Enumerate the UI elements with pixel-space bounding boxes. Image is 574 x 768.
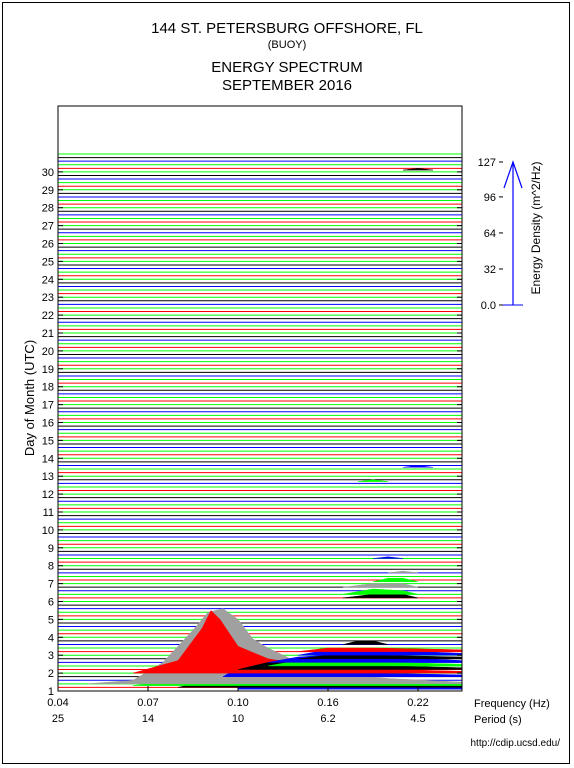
y-tick-label: 28 (42, 203, 54, 215)
colorbar-tick-label: 32 (484, 264, 496, 276)
y-tick-label: 24 (42, 274, 54, 286)
y-tick-label: 9 (48, 543, 54, 555)
x-tick-frequency-label: 0.22 (407, 697, 428, 709)
y-axis-label: Day of Month (UTC) (22, 340, 37, 456)
colorbar-tick-label: 64 (484, 228, 496, 240)
x-tick-frequency-label: 0.10 (227, 697, 248, 709)
y-tick-label: 20 (42, 346, 54, 358)
y-tick-label: 30 (42, 167, 54, 179)
spectrum-series (372, 577, 419, 583)
spectrum-series (342, 588, 419, 595)
x-tick-period-label: 10 (232, 713, 244, 725)
y-tick-label: 16 (42, 418, 54, 430)
x-axis-period-label: Period (s) (474, 714, 522, 726)
y-tick-label: 13 (42, 471, 54, 483)
source-url: http://cdip.ucsd.edu/ (470, 738, 560, 749)
y-tick-label: 6 (48, 597, 54, 609)
y-tick-label: 4 (48, 632, 54, 644)
y-tick-label: 19 (42, 364, 54, 376)
colorbar-tick-label: 0.0 (481, 300, 496, 312)
y-tick-label: 29 (42, 185, 54, 197)
y-tick-label: 14 (42, 453, 54, 465)
y-tick-label: 7 (48, 579, 54, 591)
y-tick-label: 18 (42, 382, 54, 394)
y-tick-label: 17 (42, 400, 54, 412)
x-tick-period-label: 6.2 (320, 713, 335, 725)
spectrum-series (297, 654, 463, 660)
energy-colorbar: 127 96 64 32 0.0 (478, 157, 523, 312)
spectrum-series (342, 640, 389, 645)
colorbar-label: Energy Density (m^2/Hz) (529, 162, 543, 295)
x-tick-frequency-label: 0.07 (137, 697, 158, 709)
y-tick-label: 2 (48, 668, 54, 680)
y-tick-label: 25 (42, 256, 54, 268)
x-tick-period-label: 25 (52, 713, 64, 725)
x-tick-frequency-label: 0.16 (317, 697, 338, 709)
y-tick-label: 11 (43, 507, 54, 519)
spectrum-series (372, 556, 404, 559)
colorbar-tick-label: 127 (478, 157, 496, 169)
spectrum-chart: 1234567891011121314151617181920212223242… (22, 105, 550, 726)
y-tick-label: 5 (48, 614, 54, 626)
y-tick-label: 22 (42, 310, 54, 322)
y-tick-label: 3 (48, 650, 54, 662)
y-tick-label: 12 (42, 489, 54, 501)
x-tick-frequency-label: 0.04 (47, 697, 68, 709)
y-tick-label: 21 (42, 328, 54, 340)
y-tick-label: 27 (42, 221, 54, 233)
x-tick-period-label: 4.5 (410, 713, 425, 725)
y-tick-label: 15 (42, 435, 54, 447)
y-tick-label: 10 (42, 525, 54, 537)
y-tick-label: 8 (48, 561, 54, 573)
spectrum-series (342, 583, 419, 588)
colorbar-tick-label: 96 (484, 192, 496, 204)
x-axis-frequency-label: Frequency (Hz) (474, 698, 550, 710)
spectrum-series (387, 570, 419, 574)
y-tick-label: 23 (42, 292, 54, 304)
y-tick-label: 26 (42, 239, 54, 251)
x-tick-period-label: 14 (142, 713, 154, 725)
